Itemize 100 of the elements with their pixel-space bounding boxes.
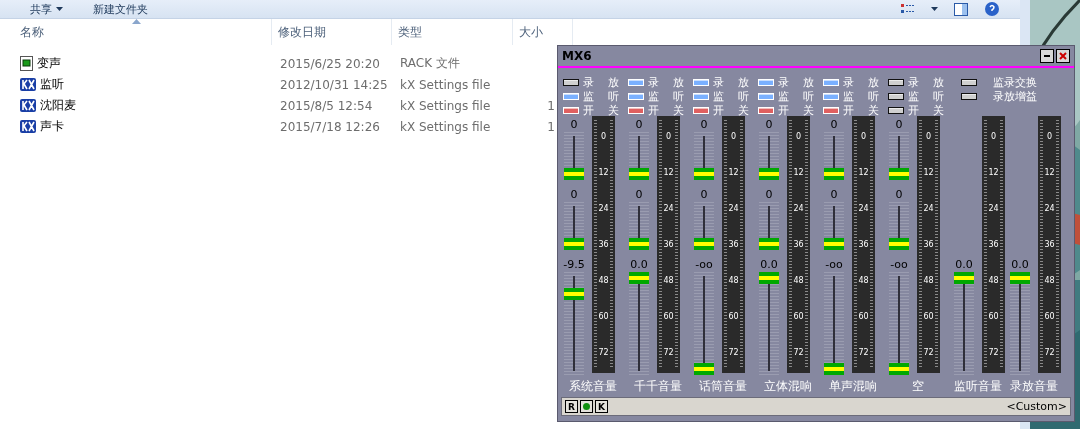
meter-scale-label: 0 (794, 132, 803, 142)
fader-thumb[interactable] (629, 168, 649, 180)
fader-thumb[interactable] (629, 272, 649, 284)
fader-thumb[interactable] (694, 363, 714, 375)
fader-thumb[interactable] (759, 272, 779, 284)
switch-label: 放 (738, 75, 750, 90)
file-type: kX Settings file (399, 77, 492, 92)
toolbar-button[interactable]: 新建文件夹 (93, 1, 148, 17)
meter-scale-label: 36 (792, 240, 805, 250)
fader-thumb[interactable] (564, 288, 584, 301)
switch-label: 听 (933, 89, 945, 104)
fader-slider[interactable] (824, 132, 844, 180)
fader-thumb[interactable] (1010, 272, 1030, 284)
file-name[interactable]: 监听 (40, 76, 64, 93)
view-options-icon[interactable] (901, 4, 915, 14)
fader-thumb[interactable] (759, 238, 779, 250)
fader-slider[interactable] (564, 202, 584, 250)
switch-label: 关 (933, 103, 945, 118)
file-name[interactable]: 声卡 (40, 118, 64, 135)
fader-thumb[interactable] (629, 238, 649, 250)
meter-scale-label: 24 (987, 204, 1000, 214)
file-size: 1 (546, 98, 555, 113)
column-header[interactable]: 名称 (0, 19, 272, 45)
minimize-button[interactable] (1040, 49, 1054, 63)
file-icon (20, 56, 33, 71)
switch-label: 录 (843, 75, 855, 90)
fader-thumb[interactable] (889, 238, 909, 250)
toggle-switch[interactable] (961, 79, 977, 86)
switch-label: 录 (908, 75, 920, 90)
fader-thumb[interactable] (564, 168, 584, 180)
fader-slider[interactable] (889, 132, 909, 180)
fader-thumb[interactable] (889, 363, 909, 375)
toggle-switch[interactable] (888, 107, 904, 114)
toggle-switch[interactable] (888, 93, 904, 100)
switch-label: 开 (713, 103, 725, 118)
fader-reading: 0.0 (630, 258, 648, 272)
meter-scale-label: 24 (922, 204, 935, 214)
fader-thumb[interactable] (824, 168, 844, 180)
fader-reading: 0 (895, 118, 903, 132)
meter-scale-label: 72 (597, 348, 610, 358)
meter-scale-label: 72 (727, 348, 740, 358)
fader-thumb[interactable] (824, 238, 844, 250)
meter-scale-label: 0 (664, 132, 673, 142)
fader-slider[interactable] (889, 202, 909, 250)
fader-reading: 0 (765, 118, 773, 132)
switch-label: 听 (673, 89, 685, 104)
switch-label: 关 (803, 103, 815, 118)
fader-thumb[interactable] (564, 238, 584, 250)
toggle-button[interactable]: K (595, 400, 608, 413)
fader-slider[interactable] (824, 202, 844, 250)
column-header[interactable]: 修改日期 (272, 19, 392, 45)
window-title: MX6 (562, 49, 592, 63)
fader-slider[interactable] (759, 132, 779, 180)
meter-scale-label: 48 (597, 276, 610, 286)
file-name[interactable]: 沈阳麦 (40, 97, 76, 114)
fader-reading: 0 (700, 118, 708, 132)
meter-scale-label: 36 (987, 240, 1000, 250)
toggle-switch[interactable] (888, 79, 904, 86)
meter-scale-label: 12 (922, 168, 935, 178)
channel-name: 立体混响 (762, 377, 813, 395)
fader-slider[interactable] (759, 202, 779, 250)
switch-label: 开 (778, 103, 790, 118)
close-button[interactable] (1056, 49, 1070, 63)
meter-scale-label: 12 (792, 168, 805, 178)
toggle-switch[interactable] (961, 93, 977, 100)
fader-thumb[interactable] (954, 272, 974, 284)
meter-scale-label: 36 (1043, 240, 1056, 250)
fader-slider[interactable] (694, 132, 714, 180)
fader-reading: -9.5 (563, 258, 585, 272)
fader-thumb[interactable] (889, 168, 909, 180)
help-icon[interactable] (984, 2, 1000, 16)
toggle-button[interactable] (580, 400, 593, 413)
meter-scale-label: 0 (729, 132, 738, 142)
fader-thumb[interactable] (759, 168, 779, 180)
fader-reading: 0 (700, 188, 708, 202)
switch-label: 关 (673, 103, 685, 118)
fader-slider[interactable] (694, 202, 714, 250)
column-header[interactable]: 类型 (392, 19, 513, 45)
meter-scale-label: 0 (924, 132, 933, 142)
fader-thumb[interactable] (824, 363, 844, 375)
meter-scale-label: 60 (857, 312, 870, 322)
toggle-switch[interactable] (563, 79, 579, 86)
fader-reading: 0 (830, 188, 838, 202)
fader-reading: 0.0 (760, 258, 778, 272)
meter-scale-label: 36 (662, 240, 675, 250)
fader-slider[interactable] (629, 132, 649, 180)
settings-file-icon (20, 77, 36, 92)
toggle-button[interactable]: R (565, 400, 578, 413)
toolbar-button[interactable]: 共享 (30, 1, 63, 17)
preview-pane-icon[interactable] (954, 2, 968, 16)
fader-reading: -oo (825, 258, 843, 272)
fader-slider[interactable] (564, 132, 584, 180)
meter-scale-label: 60 (597, 312, 610, 322)
file-name[interactable]: 变声 (37, 55, 61, 72)
fader-slider[interactable] (629, 202, 649, 250)
fader-thumb[interactable] (694, 238, 714, 250)
switch-label: 听 (608, 89, 620, 104)
fader-thumb[interactable] (694, 168, 714, 180)
fader-reading: 0 (570, 188, 578, 202)
meter-scale-label: 60 (987, 312, 1000, 322)
